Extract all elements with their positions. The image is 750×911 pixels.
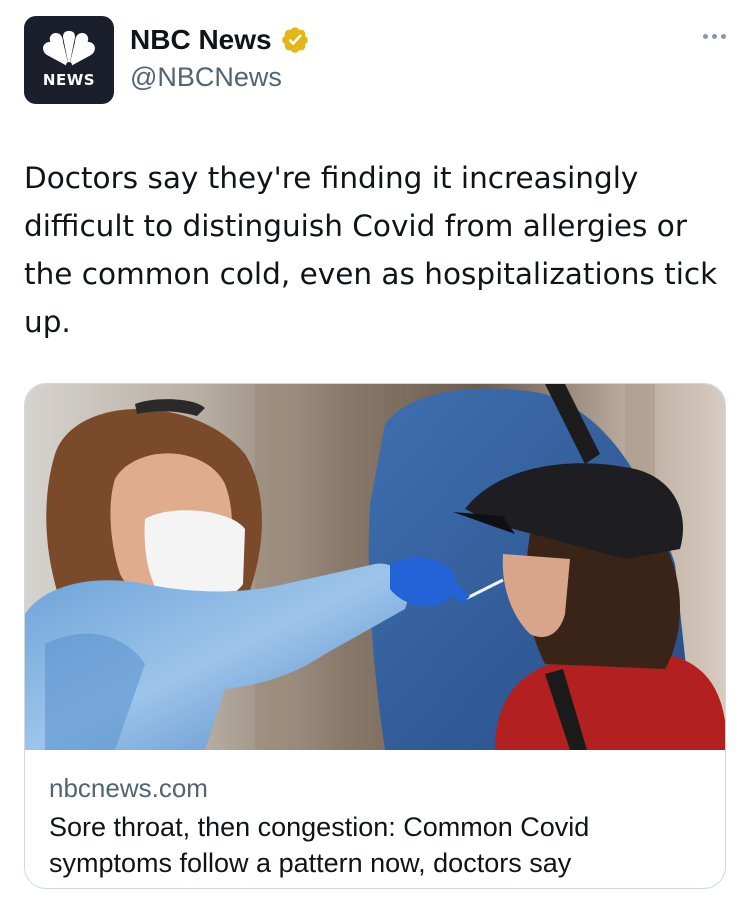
tweet: NEWS NBC News @NBCNews Doctors say they'… (0, 0, 750, 911)
more-horizontal-icon[interactable] (703, 34, 726, 39)
avatar[interactable]: NEWS (24, 16, 114, 104)
card-image[interactable] (25, 384, 726, 750)
verified-badge-icon[interactable] (280, 25, 310, 55)
author-display-name[interactable]: NBC News (130, 24, 272, 56)
card-title: Sore throat, then congestion: Common Cov… (49, 812, 590, 878)
peacock-icon (43, 31, 95, 68)
author-handle[interactable]: @NBCNews (130, 62, 282, 93)
card-domain: nbcnews.com (49, 773, 208, 803)
avatar-logo-text: NEWS (42, 71, 96, 89)
tweet-text: Doctors say they're finding it increasin… (24, 161, 718, 339)
link-card[interactable]: nbcnews.com Sore throat, then congestion… (24, 383, 726, 889)
author-name-row: NBC News (130, 24, 310, 56)
card-meta[interactable]: nbcnews.com Sore throat, then congestion… (49, 772, 705, 881)
